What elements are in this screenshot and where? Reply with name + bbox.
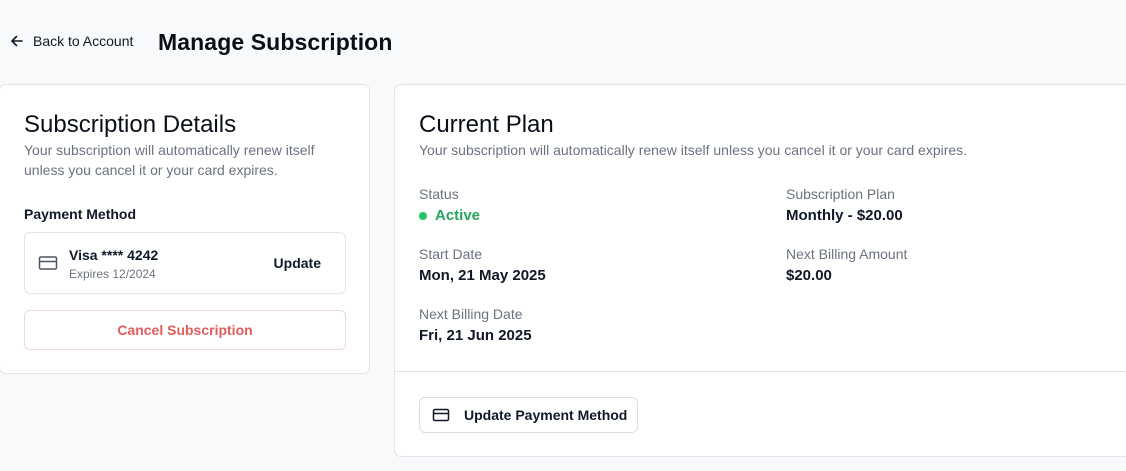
cancel-subscription-button[interactable]: Cancel Subscription	[24, 310, 346, 350]
page-title: Manage Subscription	[158, 29, 393, 55]
current-plan-description: Your subscription will automatically ren…	[419, 142, 968, 158]
current-plan-card: Current Plan Your subscription will auto…	[394, 84, 1126, 457]
next-billing-date-value: Fri, 21 Jun 2025	[419, 327, 532, 344]
next-billing-amount-value: $20.00	[786, 267, 832, 284]
start-date-label: Start Date	[419, 246, 483, 262]
subscription-plan-label: Subscription Plan	[786, 186, 895, 202]
current-plan-title: Current Plan	[419, 111, 554, 138]
subscription-details-title: Subscription Details	[24, 111, 237, 138]
status-value: Active	[435, 207, 481, 224]
card-name: Visa **** 4242	[69, 247, 159, 263]
status-badge: Active	[419, 207, 480, 224]
back-link-label: Back to Account	[33, 33, 134, 49]
card-expiry: Expires 12/2024	[69, 267, 156, 281]
credit-card-icon	[38, 256, 58, 270]
credit-card-icon	[432, 408, 450, 422]
subscription-details-card: Subscription Details Your subscription w…	[0, 84, 370, 374]
next-billing-date-label: Next Billing Date	[419, 306, 523, 322]
status-label: Status	[419, 186, 459, 202]
back-to-account-link[interactable]: Back to Account	[10, 33, 133, 49]
payment-method-box: Visa **** 4242 Expires 12/2024 Update	[24, 232, 346, 294]
update-card-button[interactable]: Update	[274, 255, 321, 271]
update-payment-method-button[interactable]: Update Payment Method	[419, 397, 638, 433]
next-billing-amount-label: Next Billing Amount	[786, 246, 908, 262]
payment-method-label: Payment Method	[24, 206, 137, 222]
update-payment-method-label: Update Payment Method	[464, 407, 628, 423]
page-header: Back to Account Manage Subscription	[0, 0, 1126, 84]
card-divider	[395, 371, 1126, 372]
subscription-details-description: Your subscription will automatically ren…	[24, 142, 315, 178]
start-date-value: Mon, 21 May 2025	[419, 267, 546, 284]
subscription-plan-value: Monthly - $20.00	[786, 207, 903, 224]
arrow-left-icon	[11, 35, 23, 47]
status-dot-icon	[419, 211, 427, 220]
